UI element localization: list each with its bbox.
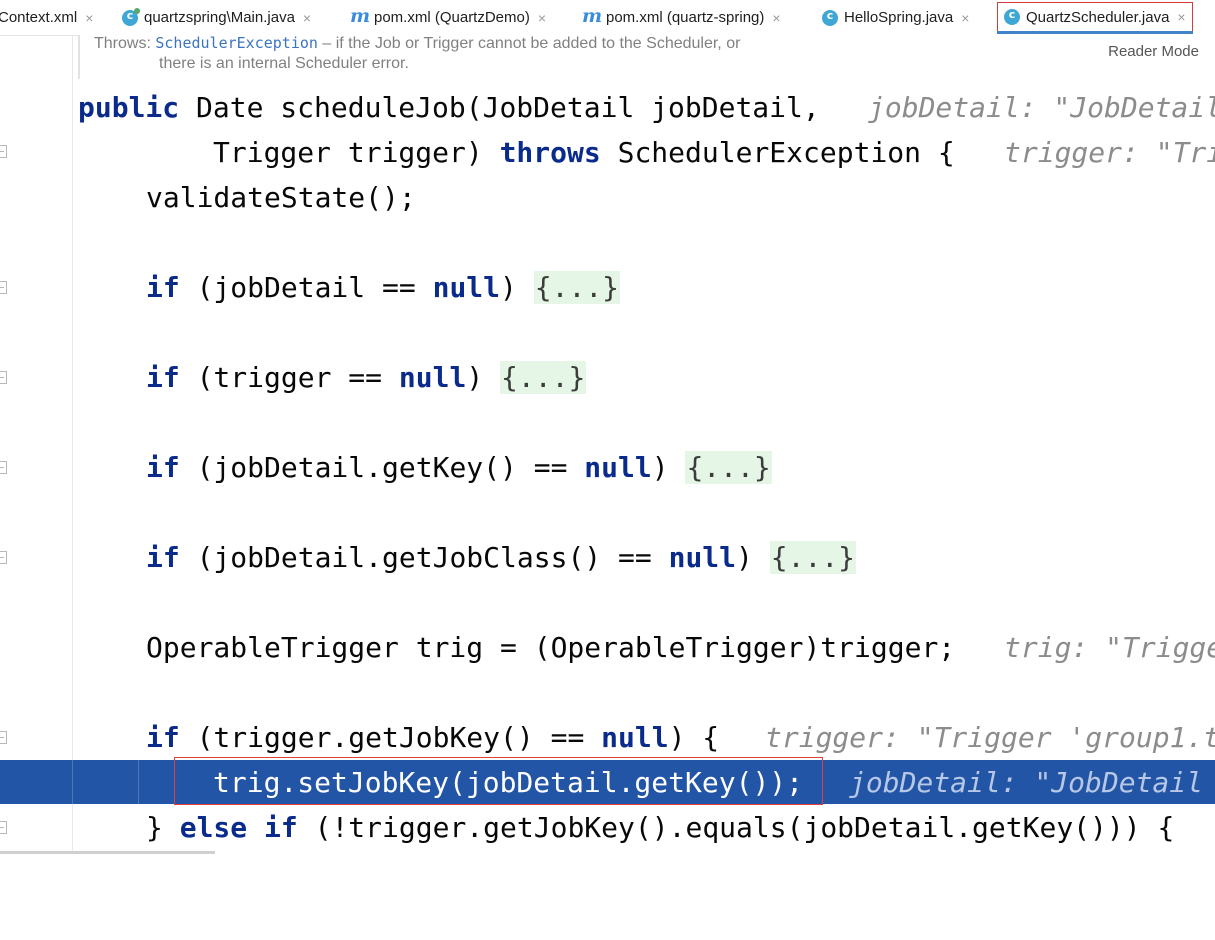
code-text: ) bbox=[736, 541, 770, 574]
tab-pom-quartz-spring[interactable]: pom.xml (quartz-spring) × bbox=[582, 0, 781, 35]
code-text: (trigger == bbox=[179, 361, 399, 394]
indent-guide bbox=[138, 760, 139, 804]
keyword: if bbox=[146, 541, 180, 574]
tab-context-xml[interactable]: Context.xml × bbox=[0, 0, 93, 35]
java-class-icon bbox=[822, 9, 838, 26]
folded-block[interactable]: {...} bbox=[500, 361, 587, 394]
keyword: null bbox=[584, 451, 652, 484]
inline-debug-value: jobDetail: "JobDetail bbox=[868, 91, 1215, 124]
keyword: if bbox=[146, 721, 180, 754]
tab-label: quartzspring\Main.java bbox=[144, 9, 295, 26]
code-text: (jobDetail == bbox=[179, 271, 433, 304]
java-class-run-icon bbox=[122, 7, 140, 26]
code-line[interactable]: if (jobDetail.getKey() == null) {...} bbox=[0, 445, 772, 490]
tab-quartzscheduler-java[interactable]: QuartzScheduler.java × bbox=[997, 2, 1193, 34]
keyword: if bbox=[264, 811, 298, 844]
code-line[interactable]: if (trigger == null) {...} bbox=[0, 355, 587, 400]
close-icon[interactable]: × bbox=[303, 10, 311, 26]
code-line[interactable]: trig.setJobKey(jobDetail.getKey()); jobD… bbox=[0, 760, 1203, 805]
code-text: (trigger.getJobKey() == bbox=[179, 721, 602, 754]
code-text: ) { bbox=[668, 721, 720, 754]
execution-point-line[interactable]: trig.setJobKey(jobDetail.getKey()); jobD… bbox=[0, 760, 1215, 804]
tab-label: Context.xml bbox=[0, 9, 78, 26]
tab-pom-quartzdemo[interactable]: pom.xml (QuartzDemo) × bbox=[350, 0, 546, 35]
keyword: null bbox=[601, 721, 669, 754]
gutter-separator bbox=[72, 35, 73, 854]
maven-icon bbox=[582, 5, 602, 27]
keyword: null bbox=[668, 541, 737, 574]
tab-label: HelloSpring.java bbox=[844, 9, 954, 26]
code-line[interactable]: if (trigger.getJobKey() == null) { trigg… bbox=[0, 715, 1215, 760]
code-text: (!trigger.getJobKey().equals(jobDetail.g… bbox=[297, 811, 1175, 844]
code-text: OperableTrigger trig = (OperableTrigger)… bbox=[146, 631, 956, 664]
code-text: validateState(); bbox=[146, 181, 416, 214]
doc-throws-line: Throws: SchedulerException – if the Job … bbox=[94, 34, 740, 53]
code-text: (jobDetail.getKey() == bbox=[179, 451, 585, 484]
inline-debug-value: trig: "Trigge bbox=[1004, 631, 1215, 664]
inline-debug-value: jobDetail: "JobDetail bbox=[849, 766, 1204, 799]
tab-main-java[interactable]: quartzspring\Main.java × bbox=[122, 0, 311, 35]
tab-hellospring-java[interactable]: HelloSpring.java × bbox=[822, 0, 969, 35]
inline-debug-value: trigger: "Tri bbox=[1004, 136, 1215, 169]
doc-throws-label: Throws: bbox=[94, 35, 151, 52]
reader-mode-button[interactable]: Reader Mode bbox=[1108, 43, 1199, 60]
keyword: null bbox=[432, 271, 501, 304]
folded-block[interactable]: {...} bbox=[769, 541, 857, 574]
doc-description: – if the Job or Trigger cannot be added … bbox=[317, 35, 741, 52]
code-text: ) bbox=[466, 361, 501, 394]
code-line[interactable]: OperableTrigger trig = (OperableTrigger)… bbox=[0, 625, 1215, 670]
close-icon[interactable]: × bbox=[1177, 9, 1185, 25]
keyword: null bbox=[398, 361, 467, 394]
close-icon[interactable]: × bbox=[961, 10, 969, 26]
tab-label: pom.xml (QuartzDemo) bbox=[374, 9, 530, 26]
code-text: ) bbox=[500, 271, 534, 304]
close-icon[interactable]: × bbox=[538, 10, 546, 26]
maven-icon bbox=[350, 5, 370, 27]
code-text: (jobDetail.getJobClass() == bbox=[179, 541, 669, 574]
code-line[interactable]: Trigger trigger) throws SchedulerExcepti… bbox=[0, 130, 1215, 175]
code-text: Date scheduleJob(JobDetail jobDetail, bbox=[179, 91, 820, 124]
folded-block[interactable]: {...} bbox=[533, 271, 621, 304]
code-text: trig.setJobKey(jobDetail.getKey()); bbox=[213, 766, 804, 799]
keyword: else bbox=[179, 811, 248, 844]
doc-description-cont: there is an internal Scheduler error. bbox=[159, 55, 409, 72]
doc-exception-link[interactable]: SchedulerException bbox=[155, 34, 318, 52]
keyword: public bbox=[78, 91, 180, 124]
code-line[interactable]: public Date scheduleJob(JobDetail jobDet… bbox=[0, 85, 1215, 130]
tab-label: QuartzScheduler.java bbox=[1026, 8, 1170, 26]
code-line[interactable]: } else if (!trigger.getJobKey().equals(j… bbox=[0, 805, 1174, 850]
tab-label: pom.xml (quartz-spring) bbox=[606, 9, 765, 26]
code-text: SchedulerException { bbox=[600, 136, 955, 169]
rendered-javadoc: Throws: SchedulerException – if the Job … bbox=[78, 34, 1215, 79]
keyword: throws bbox=[499, 136, 601, 169]
code-text: } bbox=[146, 811, 180, 844]
keyword: if bbox=[146, 271, 180, 304]
code-line[interactable]: if (jobDetail.getJobClass() == null) {..… bbox=[0, 535, 857, 580]
close-icon[interactable]: × bbox=[772, 10, 780, 26]
folded-block[interactable]: {...} bbox=[685, 451, 772, 484]
code-line[interactable]: if (jobDetail == null) {...} bbox=[0, 265, 621, 310]
editor-tab-bar: Context.xml × quartzspring\Main.java × p… bbox=[0, 0, 1215, 36]
close-icon[interactable]: × bbox=[85, 10, 93, 26]
code-text: ) bbox=[651, 451, 686, 484]
code-line[interactable]: validateState(); bbox=[0, 175, 416, 220]
code-text: Trigger trigger) bbox=[213, 136, 500, 169]
keyword: if bbox=[146, 361, 180, 394]
keyword: if bbox=[146, 451, 180, 484]
java-class-icon bbox=[1004, 8, 1020, 25]
inline-debug-value: trigger: "Trigger 'group1.t bbox=[765, 721, 1215, 754]
